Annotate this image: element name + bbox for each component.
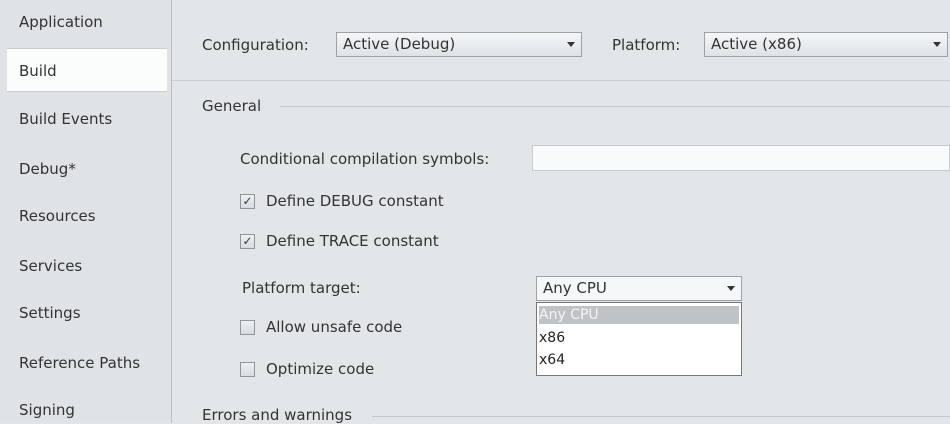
chevron-down-icon bbox=[933, 42, 941, 47]
platform-target-dropdown-list: Any CPU x86 x64 bbox=[536, 302, 742, 376]
platform-select[interactable]: Active (x86) bbox=[704, 32, 948, 57]
check-icon: ✓ bbox=[242, 234, 253, 248]
sidebar-item-settings[interactable]: Settings bbox=[7, 303, 167, 323]
sidebar-item-build[interactable]: Build bbox=[7, 48, 167, 92]
errors-section-title: Errors and warnings bbox=[202, 406, 353, 424]
sidebar-item-resources[interactable]: Resources bbox=[7, 206, 167, 226]
header-divider bbox=[172, 80, 950, 81]
sidebar-item-signing[interactable]: Signing bbox=[7, 400, 167, 420]
conditional-symbols-label: Conditional compilation symbols: bbox=[240, 150, 490, 168]
platform-option-x64[interactable]: x64 bbox=[539, 351, 565, 369]
define-trace-checkbox[interactable]: ✓ bbox=[240, 234, 255, 249]
section-divider bbox=[280, 106, 950, 107]
sidebar-item-label: Reference Paths bbox=[19, 354, 141, 372]
platform-label: Platform: bbox=[612, 36, 681, 54]
allow-unsafe-label: Allow unsafe code bbox=[266, 318, 403, 336]
sidebar-item-services[interactable]: Services bbox=[7, 256, 167, 276]
platform-value: Active (x86) bbox=[711, 35, 802, 53]
platform-target-label: Platform target: bbox=[242, 279, 361, 297]
sidebar-item-label: Build Events bbox=[19, 110, 113, 128]
allow-unsafe-checkbox[interactable] bbox=[240, 320, 255, 335]
check-icon: ✓ bbox=[242, 194, 253, 208]
sidebar-item-application[interactable]: Application bbox=[7, 12, 167, 32]
configuration-label: Configuration: bbox=[202, 36, 309, 54]
sidebar-item-label: Debug* bbox=[19, 160, 76, 178]
define-debug-label: Define DEBUG constant bbox=[266, 192, 444, 210]
define-trace-label: Define TRACE constant bbox=[266, 232, 439, 250]
general-section-title: General bbox=[202, 97, 262, 115]
sidebar-item-reference-paths[interactable]: Reference Paths bbox=[7, 353, 167, 373]
optimize-checkbox[interactable] bbox=[240, 362, 255, 377]
sidebar-item-label: Resources bbox=[19, 207, 96, 225]
chevron-down-icon bbox=[727, 286, 735, 291]
conditional-symbols-input[interactable] bbox=[532, 145, 950, 171]
sidebar-item-label: Application bbox=[19, 13, 103, 31]
platform-option-any-cpu[interactable]: Any CPU bbox=[539, 306, 739, 324]
platform-target-value: Any CPU bbox=[543, 279, 607, 297]
define-debug-checkbox[interactable]: ✓ bbox=[240, 194, 255, 209]
section-divider bbox=[372, 416, 950, 417]
sidebar-item-label: Settings bbox=[19, 304, 81, 322]
platform-target-select[interactable]: Any CPU bbox=[536, 276, 742, 301]
sidebar-item-build-events[interactable]: Build Events bbox=[7, 109, 167, 129]
optimize-label: Optimize code bbox=[266, 360, 375, 378]
sidebar-item-label: Build bbox=[19, 62, 57, 80]
configuration-value: Active (Debug) bbox=[343, 35, 456, 53]
main-panel: Configuration: Active (Debug) Platform: … bbox=[172, 0, 950, 424]
sidebar-item-label: Services bbox=[19, 257, 83, 275]
platform-option-x86[interactable]: x86 bbox=[539, 329, 565, 347]
configuration-select[interactable]: Active (Debug) bbox=[336, 32, 582, 57]
sidebar-item-debug[interactable]: Debug* bbox=[7, 159, 167, 179]
sidebar: Application Build Build Events Debug* Re… bbox=[0, 0, 172, 423]
chevron-down-icon bbox=[567, 42, 575, 47]
sidebar-item-label: Signing bbox=[19, 401, 75, 419]
